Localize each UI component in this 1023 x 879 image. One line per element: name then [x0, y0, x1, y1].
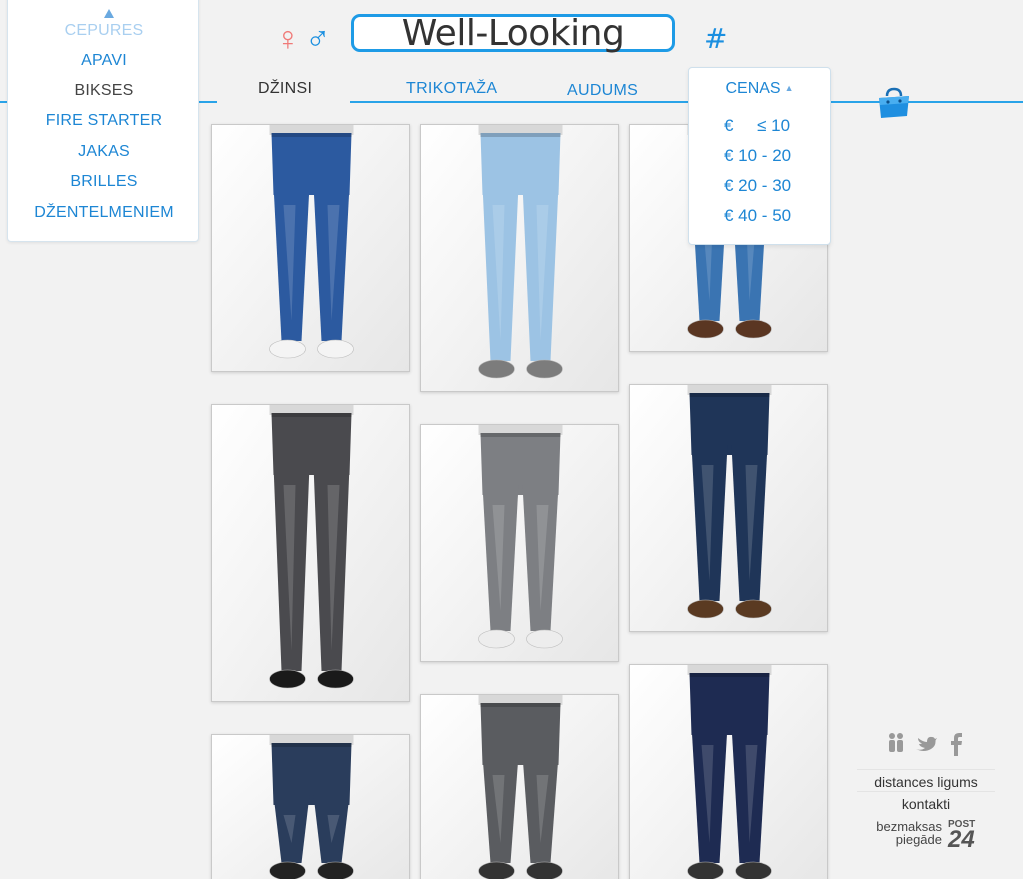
facebook-icon[interactable] — [950, 732, 962, 761]
category-item-bikses[interactable]: BIKSES — [8, 82, 200, 100]
tab-audums[interactable]: AUDUMS — [567, 82, 638, 100]
product-card[interactable] — [420, 424, 619, 662]
female-icon[interactable]: ♀ — [275, 20, 301, 58]
free-shipping-text: bezmaksas piegāde — [862, 820, 942, 846]
category-item-jakas[interactable]: JAKAS — [8, 143, 200, 161]
product-card[interactable] — [629, 384, 828, 632]
product-card[interactable] — [211, 734, 410, 879]
jeans-image — [421, 125, 618, 391]
category-item-apavi[interactable]: APAVI — [8, 52, 200, 70]
category-item-brilles[interactable]: BRILLES — [8, 173, 200, 191]
male-icon[interactable]: ♂ — [305, 20, 331, 58]
scroll-up-icon[interactable] — [104, 9, 114, 18]
price-filter-dropdown: CENAS ▲ € ≤ 10 € 10 - 20 € 20 - 30 € 40 -… — [688, 67, 831, 245]
footer-link-distance-contract[interactable]: distances ligums — [857, 769, 995, 790]
tab-dzinsi[interactable]: DŽINSI — [258, 80, 312, 98]
category-item-fire-starter[interactable]: FIRE STARTER — [8, 112, 200, 130]
footer-link-contacts[interactable]: kontakti — [857, 791, 995, 812]
price-option[interactable]: € 10 - 20 — [724, 146, 791, 166]
price-option[interactable]: € 40 - 50 — [724, 206, 791, 226]
site-logo[interactable]: Well-Looking — [351, 14, 675, 52]
jeans-image — [421, 695, 618, 879]
shopping-bag-icon[interactable] — [876, 86, 912, 120]
post24-logo: POST 24 — [948, 820, 975, 853]
sort-arrows-icon: ▲ — [784, 83, 794, 93]
category-item-cepures[interactable]: CEPURES — [8, 22, 200, 40]
hash-icon[interactable]: # — [704, 22, 727, 55]
jeans-image — [630, 385, 827, 631]
header-accent-line-right — [350, 101, 1023, 103]
category-item-dzentelmeniem[interactable]: DŽENTELMENIEM — [8, 204, 200, 222]
twitter-icon[interactable] — [915, 736, 937, 757]
community-icon[interactable] — [887, 732, 905, 759]
jeans-image — [212, 125, 409, 371]
product-card[interactable] — [420, 694, 619, 879]
shipping-line-2: piegāde — [895, 832, 942, 847]
category-menu: CEPURES APAVI BIKSES FIRE STARTER JAKAS … — [7, 0, 199, 242]
product-card[interactable] — [211, 124, 410, 372]
price-filter-title: CENAS — [725, 80, 781, 97]
jeans-image — [212, 735, 409, 879]
product-card[interactable] — [211, 404, 410, 702]
product-card[interactable] — [629, 664, 828, 879]
jeans-image — [630, 665, 827, 879]
tab-trikotaza[interactable]: TRIKOTAŽA — [406, 80, 497, 98]
product-card[interactable] — [420, 124, 619, 392]
price-filter-toggle[interactable]: CENAS ▲ — [689, 80, 830, 98]
jeans-image — [421, 425, 618, 661]
jeans-image — [212, 405, 409, 701]
price-option[interactable]: € ≤ 10 — [724, 116, 790, 136]
price-option[interactable]: € 20 - 30 — [724, 176, 791, 196]
post24-number: 24 — [948, 826, 975, 853]
